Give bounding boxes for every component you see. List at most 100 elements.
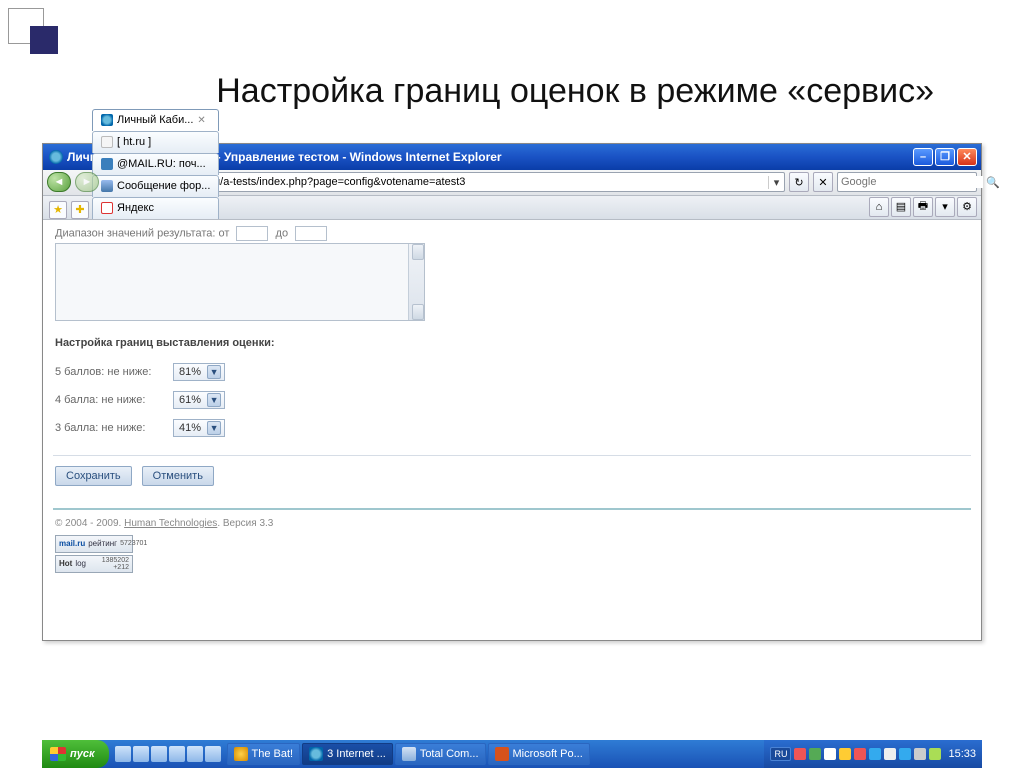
ql-icon[interactable] [151, 746, 167, 762]
favicon-icon [101, 202, 113, 214]
task-label: The Bat! [252, 748, 294, 760]
grade-row: 5 баллов: не ниже: 81%▼ [55, 363, 971, 381]
close-button[interactable]: ✕ [957, 148, 977, 166]
browser-tab[interactable]: Яндекс [92, 197, 219, 219]
grade-label: 3 балла: не ниже: [55, 422, 167, 434]
refresh-button[interactable]: ↻ [789, 172, 809, 192]
minimize-button[interactable]: – [913, 148, 933, 166]
task-icon [309, 747, 323, 761]
browser-tabs: ★ ✚ Личный Каби...✕[ ht.ru ]@MAIL.RU: по… [43, 196, 981, 220]
tray-icon[interactable] [914, 748, 926, 760]
search-input[interactable] [841, 176, 983, 188]
tray-icon[interactable] [809, 748, 821, 760]
favicon-icon [101, 180, 113, 192]
quick-launch [115, 746, 221, 762]
browser-window: Личный Кабинет - Тесты - Управление тест… [42, 143, 982, 641]
tray-icon[interactable] [869, 748, 881, 760]
system-tray: RU 15:33 [764, 740, 982, 768]
hotlog-counter[interactable]: Hotlog 1385202 +212 [55, 555, 133, 573]
tray-icon[interactable] [929, 748, 941, 760]
add-favorite-button[interactable]: ✚ [71, 201, 89, 219]
back-button[interactable]: ◄ [47, 172, 71, 192]
windows-flag-icon [50, 747, 66, 761]
tray-icon[interactable] [824, 748, 836, 760]
save-button[interactable]: Сохранить [55, 466, 132, 486]
tab-label: Сообщение фор... [117, 180, 210, 192]
print-button[interactable]: 🖶 [913, 197, 933, 217]
tools-menu[interactable]: ⚙ [957, 197, 977, 217]
grade-value: 61% [179, 394, 201, 406]
tab-label: Личный Каби... [117, 114, 193, 126]
grade-value: 81% [179, 366, 201, 378]
ql-icon[interactable] [169, 746, 185, 762]
page-menu[interactable]: ▾ [935, 197, 955, 217]
chevron-down-icon: ▼ [207, 393, 221, 407]
grade-row: 4 балла: не ниже: 61% ▼ [55, 391, 971, 409]
tray-icon[interactable] [794, 748, 806, 760]
stop-button[interactable]: ✕ [813, 172, 833, 192]
grade-label: 4 балла: не ниже: [55, 394, 167, 406]
clock[interactable]: 15:33 [948, 748, 976, 760]
ql-icon[interactable] [133, 746, 149, 762]
tray-icon[interactable] [899, 748, 911, 760]
footer-divider [53, 508, 971, 510]
footer-text: © 2004 - 2009. Human Technologies. Верси… [55, 518, 971, 529]
search-box[interactable]: 🔍 [837, 172, 977, 192]
grade-dropdown[interactable]: 41% ▼ [173, 419, 225, 437]
maximize-button[interactable]: ❐ [935, 148, 955, 166]
browser-tab[interactable]: Сообщение фор... [92, 175, 219, 197]
task-label: 3 Internet ... [327, 748, 386, 760]
task-icon [402, 747, 416, 761]
task-icon [495, 747, 509, 761]
range-from-input[interactable] [236, 226, 268, 241]
tray-icon[interactable] [884, 748, 896, 760]
grades-heading: Настройка границ выставления оценки: [55, 337, 971, 349]
url-input[interactable] [124, 176, 768, 188]
page-content: Диапазон значений результата: от до Наст… [43, 220, 981, 640]
task-label: Microsoft Po... [513, 748, 583, 760]
chevron-down-icon: ▼ [207, 421, 221, 435]
favicon-icon [101, 158, 113, 170]
task-icon [234, 747, 248, 761]
grade-dropdown[interactable]: 61% ▼ [173, 391, 225, 409]
language-indicator[interactable]: RU [770, 747, 791, 761]
search-icon[interactable]: 🔍 [986, 176, 1000, 189]
taskbar-task[interactable]: Microsoft Po... [488, 743, 590, 765]
windows-taskbar: пуск The Bat! 3 Internet ... Total Com... M… [42, 740, 982, 768]
hit-counters: mail.ruрейтинг 5723701 Hotlog 1385202 +2… [55, 535, 971, 573]
grade-value: 41% [179, 422, 201, 434]
company-link[interactable]: Human Technologies [124, 518, 217, 529]
ql-icon[interactable] [115, 746, 131, 762]
favicon-icon [101, 136, 113, 148]
browser-tab[interactable]: @MAIL.RU: поч... [92, 153, 219, 175]
close-tab-icon[interactable]: ✕ [197, 115, 205, 126]
taskbar-task[interactable]: 3 Internet ... [302, 743, 393, 765]
result-textarea[interactable] [55, 243, 425, 321]
divider [53, 455, 971, 456]
ql-icon[interactable] [205, 746, 221, 762]
tray-icon[interactable] [854, 748, 866, 760]
feeds-button[interactable]: ▤ [891, 197, 911, 217]
start-button[interactable]: пуск [42, 740, 109, 768]
browser-tab[interactable]: [ ht.ru ] [92, 131, 219, 153]
mailru-counter[interactable]: mail.ruрейтинг 5723701 [55, 535, 133, 553]
tab-label: Яндекс [117, 202, 154, 214]
grade-label: 5 баллов: не ниже: [55, 366, 167, 378]
grade-row: 3 балла: не ниже: 41% ▼ [55, 419, 971, 437]
forward-button[interactable]: ► [75, 172, 99, 192]
result-range-label: Диапазон значений результата: от до [55, 226, 971, 241]
browser-tab[interactable]: Личный Каби... ✕ [92, 109, 219, 131]
taskbar-task[interactable]: The Bat! [227, 743, 301, 765]
ql-icon[interactable] [187, 746, 203, 762]
taskbar-task[interactable]: Total Com... [395, 743, 486, 765]
scrollbar[interactable] [408, 244, 424, 320]
address-dropdown[interactable]: ▾ [768, 176, 784, 189]
favorites-button[interactable]: ★ [49, 201, 67, 219]
tray-icon[interactable] [839, 748, 851, 760]
favicon-icon [101, 114, 113, 126]
task-label: Total Com... [420, 748, 479, 760]
range-to-input[interactable] [295, 226, 327, 241]
grade-dropdown[interactable]: 81%▼ [173, 363, 225, 381]
home-button[interactable]: ⌂ [869, 197, 889, 217]
cancel-button[interactable]: Отменить [142, 466, 214, 486]
